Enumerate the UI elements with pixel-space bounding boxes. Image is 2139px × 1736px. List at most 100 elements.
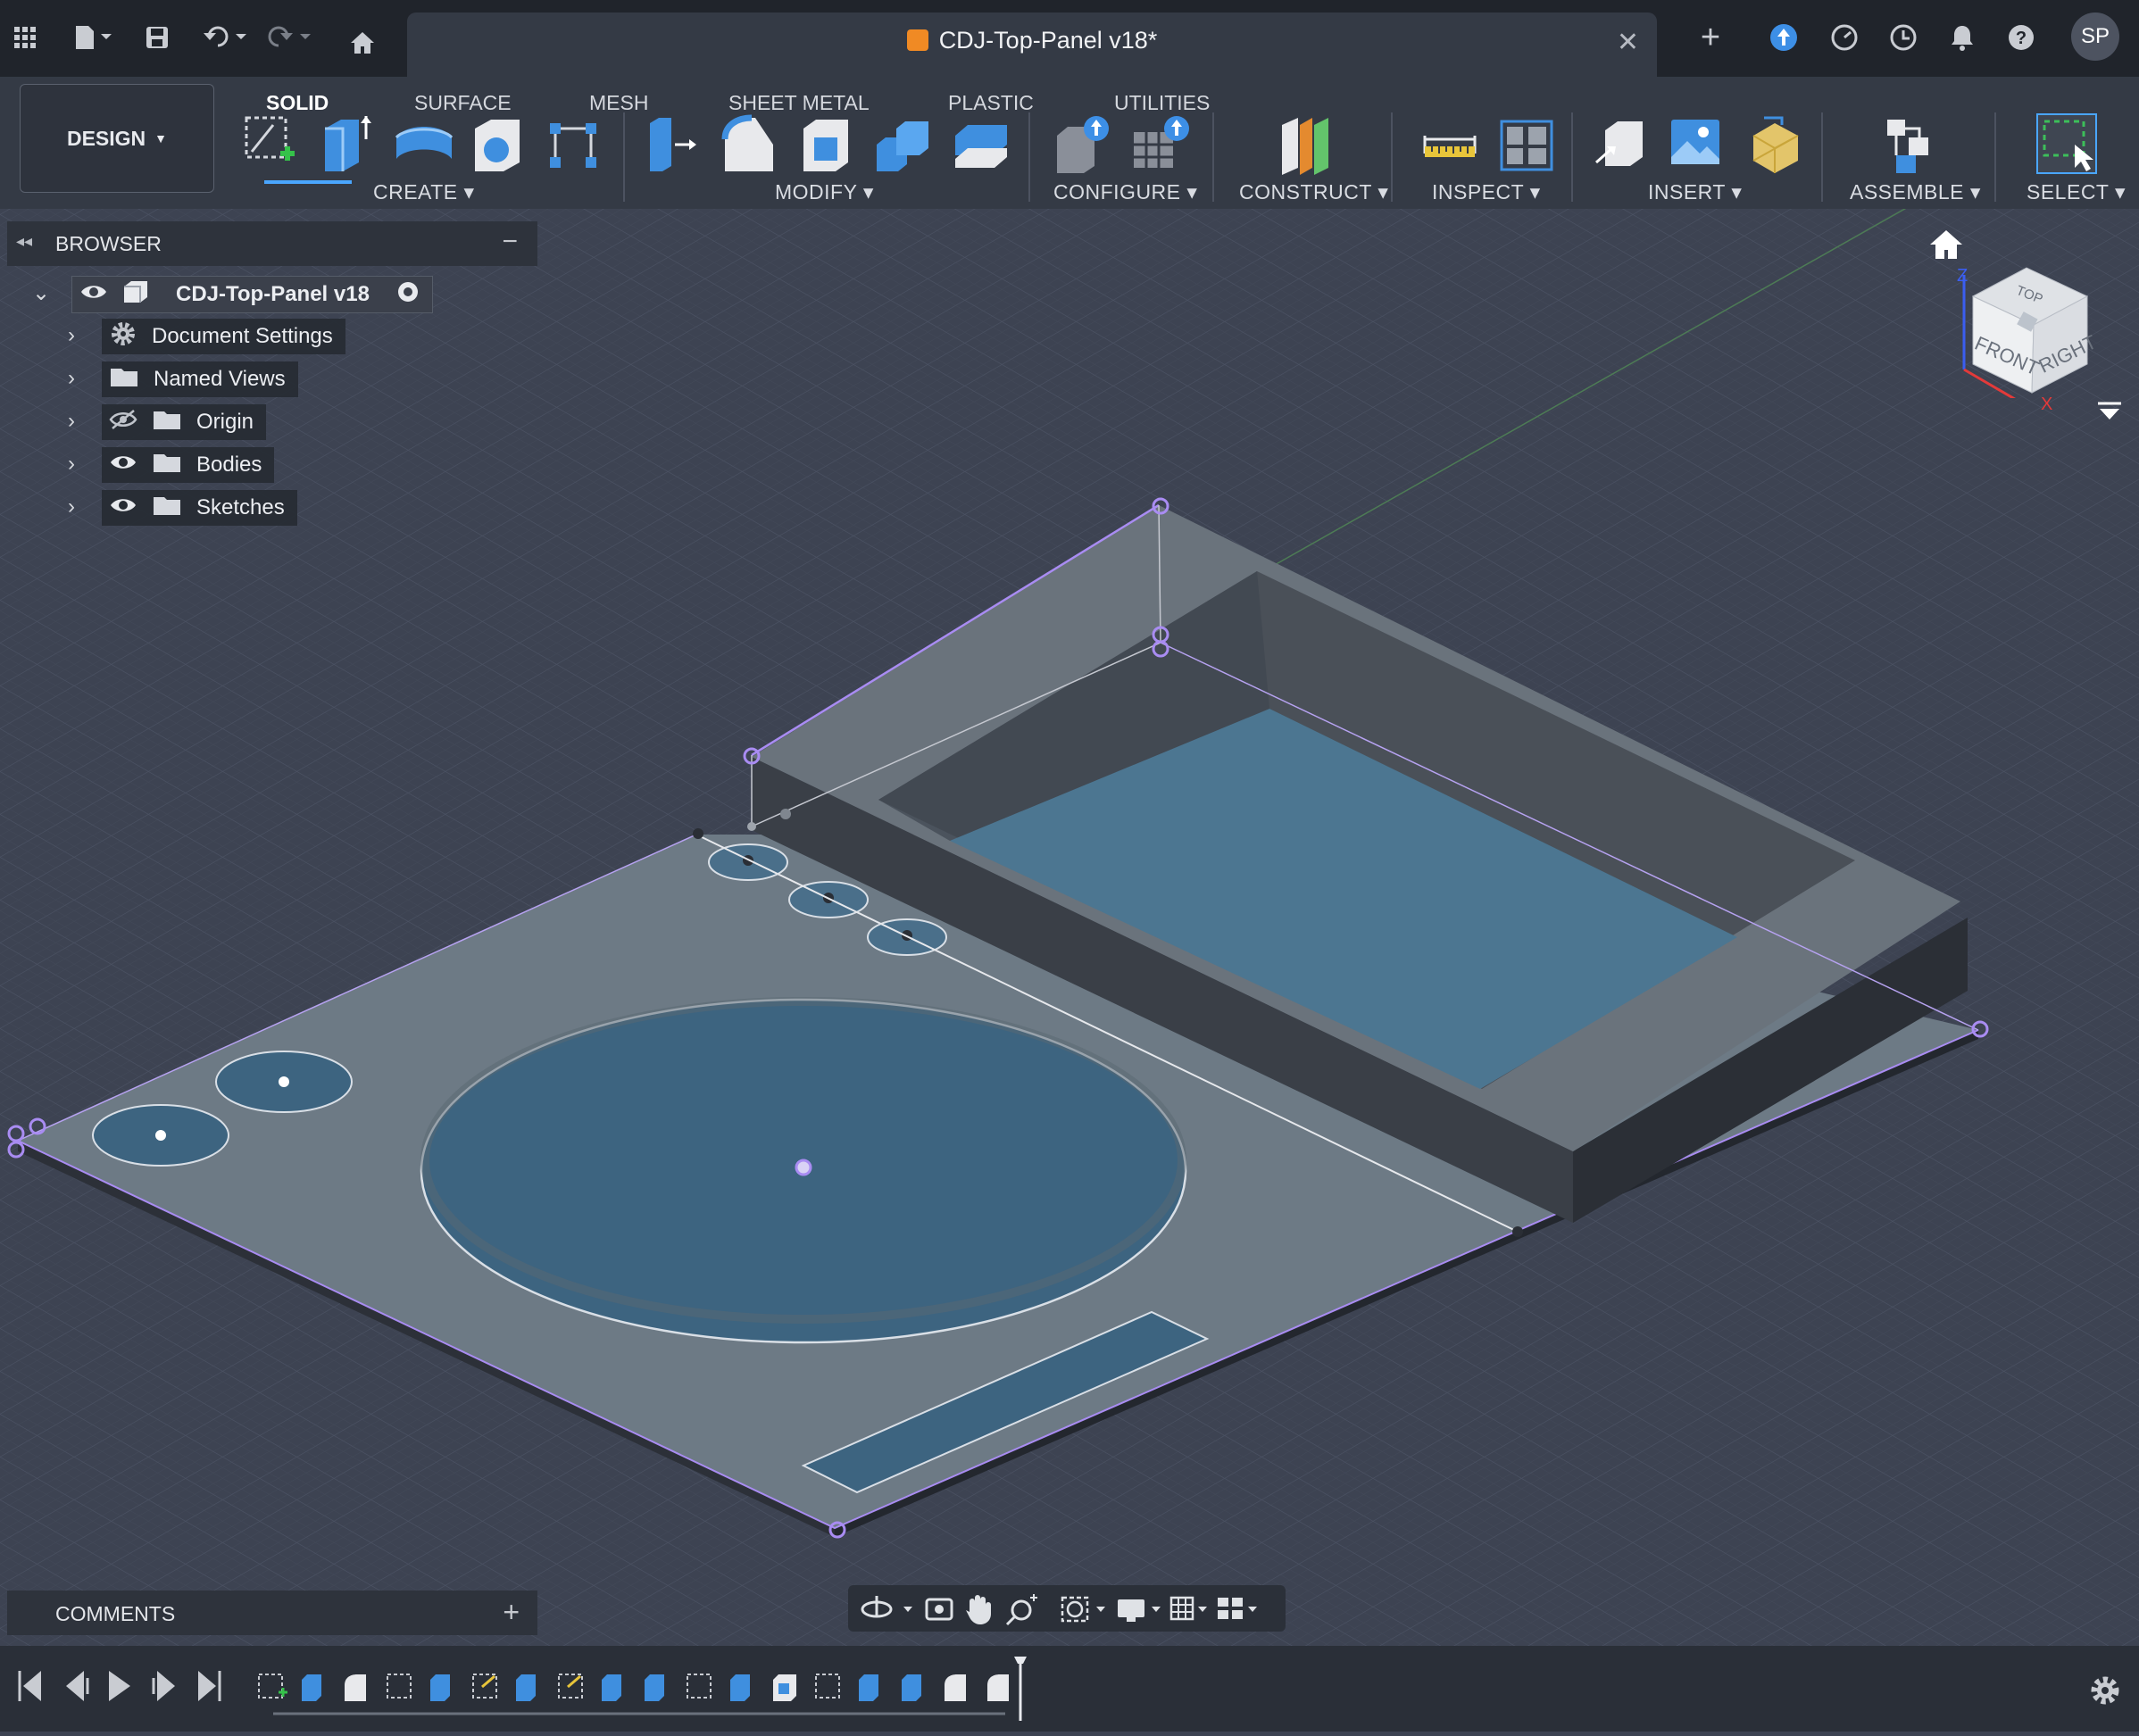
history-icon[interactable] — [1885, 20, 1921, 55]
timeline-extrude-feature[interactable] — [602, 1674, 621, 1701]
measure-icon[interactable] — [1421, 112, 1478, 175]
timeline-previous-icon[interactable] — [66, 1671, 89, 1701]
timeline-sketch-feature[interactable] — [815, 1674, 840, 1699]
hole-icon[interactable] — [470, 112, 525, 175]
close-tab-icon[interactable]: ✕ — [1617, 27, 1639, 58]
create-menu[interactable]: CREATE ▾ — [373, 180, 475, 204]
create-sketch-icon[interactable] — [241, 112, 296, 175]
timeline-sketch-feature[interactable] — [258, 1674, 287, 1699]
timeline-settings-gear-icon[interactable] — [2091, 1676, 2119, 1705]
extensions-icon[interactable] — [1827, 20, 1862, 55]
view-cube[interactable]: TOP FRONT RIGHT Z X — [1937, 228, 2116, 416]
eye-icon[interactable] — [109, 453, 137, 478]
chevron-right-icon[interactable]: › — [68, 452, 75, 477]
platter-center-point[interactable] — [795, 1159, 812, 1176]
chevron-right-icon[interactable]: › — [68, 494, 75, 519]
shell-icon[interactable] — [798, 112, 853, 175]
tab-surface[interactable]: SURFACE — [414, 91, 512, 115]
fillet-icon[interactable] — [720, 112, 775, 175]
construct-menu[interactable]: CONSTRUCT ▾ — [1239, 180, 1388, 204]
timeline-sketch-feature[interactable] — [387, 1674, 412, 1699]
combine-icon[interactable] — [873, 112, 928, 175]
timeline-marker[interactable] — [1014, 1657, 1027, 1721]
display-settings-icon[interactable] — [1118, 1599, 1161, 1622]
timeline-fillet-feature[interactable] — [345, 1674, 366, 1701]
browser-item-named-views[interactable]: Named Views — [102, 361, 298, 397]
assemble-menu[interactable]: ASSEMBLE ▾ — [1850, 180, 1981, 204]
fit-view-icon[interactable] — [1061, 1596, 1105, 1623]
browser-item-origin[interactable]: Origin — [102, 404, 267, 440]
document-tab[interactable]: CDJ-Top-Panel v18* ✕ — [407, 12, 1657, 77]
timeline-extrude-feature[interactable] — [430, 1674, 450, 1701]
timeline-shell-feature[interactable] — [773, 1674, 796, 1701]
timeline-sketch-feature[interactable] — [687, 1674, 712, 1699]
timeline-extrude-feature[interactable] — [645, 1674, 664, 1701]
timeline-extrude-feature[interactable] — [902, 1674, 921, 1701]
timeline-extrude-feature[interactable] — [730, 1674, 750, 1701]
file-menu-icon[interactable] — [68, 20, 121, 55]
pattern-icon[interactable] — [546, 112, 602, 175]
user-avatar[interactable]: SP — [2071, 12, 2119, 61]
press-pull-icon[interactable] — [643, 112, 698, 175]
browser-item-document-settings[interactable]: Document Settings — [102, 319, 345, 354]
configure-rule-icon[interactable] — [1130, 112, 1193, 175]
chevron-right-icon[interactable]: › — [68, 323, 75, 348]
eye-icon[interactable] — [109, 495, 137, 521]
notifications-bell-icon[interactable] — [1944, 20, 1980, 55]
activate-component-icon[interactable] — [396, 280, 420, 310]
timeline-sketch-feature[interactable] — [558, 1674, 583, 1699]
job-status-icon[interactable] — [1766, 20, 1802, 55]
configure-menu[interactable]: CONFIGURE ▾ — [1053, 180, 1197, 204]
configure-table-icon[interactable] — [1052, 112, 1114, 175]
workspace-switcher-button[interactable]: DESIGN ▼ — [20, 84, 214, 193]
collapse-panel-icon[interactable]: ◂◂ — [16, 232, 32, 251]
timeline-extrude-feature[interactable] — [859, 1674, 878, 1701]
insert-derive-icon[interactable] — [1593, 112, 1648, 175]
tab-sheet-metal[interactable]: SHEET METAL — [728, 91, 870, 115]
comments-panel-header[interactable]: COMMENTS + — [7, 1591, 537, 1635]
tab-utilities[interactable]: UTILITIES — [1114, 91, 1210, 115]
select-window-icon[interactable] — [2035, 112, 2098, 175]
timeline-extrude-feature[interactable] — [516, 1674, 536, 1701]
insert-canvas-icon[interactable] — [1668, 112, 1723, 175]
eye-icon[interactable] — [79, 282, 108, 308]
tab-mesh[interactable]: MESH — [589, 91, 648, 115]
timeline-sketch-feature[interactable] — [472, 1674, 497, 1699]
app-grid-icon[interactable] — [7, 20, 43, 55]
browser-item-bodies[interactable]: Bodies — [102, 447, 275, 483]
home-view-icon[interactable] — [1928, 228, 1964, 265]
viewcube-options-icon[interactable] — [2096, 402, 2123, 428]
extrude-icon[interactable] — [318, 112, 373, 175]
browser-panel-header[interactable]: ◂◂ BROWSER − — [7, 221, 537, 266]
offset-plane-icon[interactable] — [1277, 112, 1332, 175]
timeline-first-icon[interactable] — [18, 1671, 41, 1701]
modify-menu[interactable]: MODIFY ▾ — [775, 180, 874, 204]
timeline-extrude-feature[interactable] — [302, 1674, 321, 1701]
chevron-right-icon[interactable]: › — [68, 366, 75, 391]
eye-hidden-icon[interactable] — [109, 409, 137, 436]
timeline-last-icon[interactable] — [198, 1671, 221, 1701]
offset-face-icon[interactable] — [952, 112, 1007, 175]
minimize-panel-icon[interactable]: − — [502, 227, 518, 257]
browser-root-item[interactable]: CDJ-Top-Panel v18 — [71, 276, 433, 313]
new-tab-icon[interactable]: + — [1693, 19, 1728, 56]
undo-icon[interactable] — [200, 20, 254, 55]
browser-item-sketches[interactable]: Sketches — [102, 490, 297, 526]
timeline-fillet-feature[interactable] — [945, 1674, 966, 1701]
zoom-icon[interactable] — [1005, 1594, 1037, 1626]
timeline-fillet-feature[interactable] — [987, 1674, 1009, 1701]
grid-settings-icon[interactable] — [1169, 1596, 1207, 1621]
section-analysis-icon[interactable] — [1498, 112, 1553, 175]
add-comment-icon[interactable]: + — [503, 1596, 520, 1629]
chevron-down-icon[interactable]: ⌄ — [32, 280, 50, 306]
tab-plastic[interactable]: PLASTIC — [948, 91, 1034, 115]
orbit-icon[interactable] — [861, 1596, 912, 1618]
tab-solid[interactable]: SOLID — [266, 91, 329, 115]
chevron-right-icon[interactable]: › — [68, 409, 75, 434]
timeline-next-icon[interactable] — [152, 1671, 175, 1701]
look-at-icon[interactable] — [925, 1598, 953, 1621]
save-icon[interactable] — [139, 20, 175, 55]
inspect-menu[interactable]: INSPECT ▾ — [1432, 180, 1541, 204]
insert-mesh-icon[interactable] — [1746, 112, 1802, 175]
viewports-icon[interactable] — [1218, 1598, 1257, 1619]
